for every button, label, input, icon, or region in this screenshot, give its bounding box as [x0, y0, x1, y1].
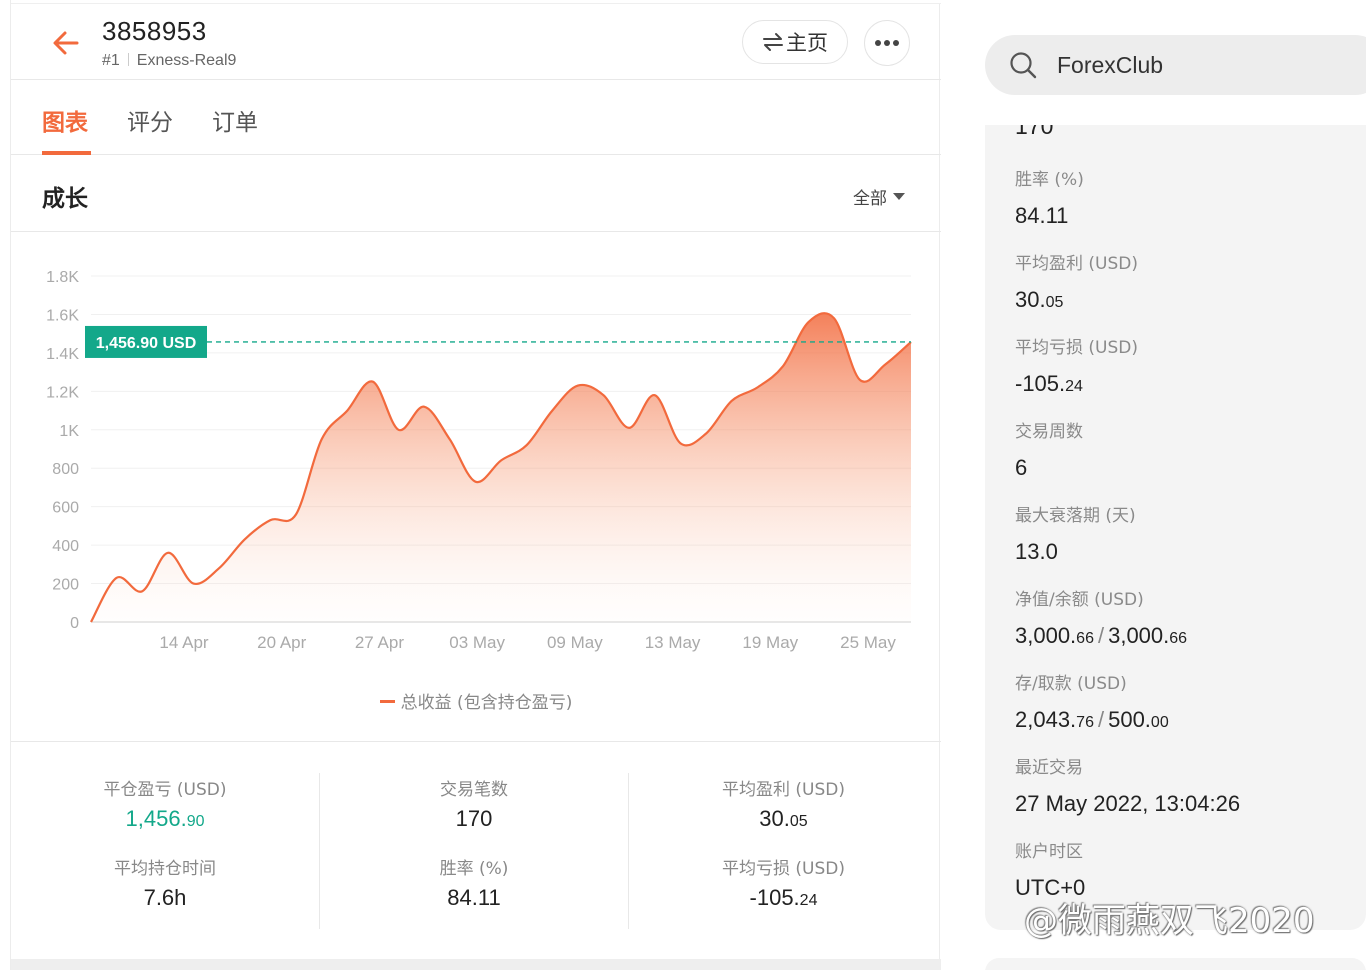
- growth-section-header: 成长 全部: [11, 155, 941, 232]
- info-value: 3,000.66/3,000.66: [1015, 623, 1188, 648]
- info-label: 平均盈利 (USD): [1015, 254, 1138, 274]
- home-button-label: 主页: [786, 31, 828, 55]
- account-info-card: 170 胜率 (%) 84.11 平均盈利 (USD) 30.05 平均亏损 (…: [985, 125, 1366, 930]
- chart-legend[interactable]: 总收益 (包含持仓盈亏): [11, 688, 941, 713]
- watermark-text: @微雨燕双飞2020: [1024, 901, 1315, 941]
- info-max-drawdown-period: 最大衰落期 (天) 13.0: [1015, 501, 1136, 565]
- info-win-rate: 胜率 (%) 84.11: [1015, 165, 1084, 229]
- y-tick-label: 600: [52, 500, 79, 517]
- more-options-button[interactable]: [864, 20, 910, 66]
- stat-trade-count: 170: [455, 806, 493, 831]
- search-bar[interactable]: ForexClub: [985, 35, 1366, 95]
- info-label: 净值/余额 (USD): [1015, 590, 1144, 610]
- account-detail-panel: 3858953 #1 Exness-Real9 主页 图表 评分 订单 成长 全部: [10, 0, 941, 970]
- back-arrow-icon[interactable]: [49, 26, 83, 60]
- account-rank: #1: [102, 52, 120, 69]
- info-label: 存/取款 (USD): [1015, 674, 1127, 694]
- info-label: 账户时区: [1015, 842, 1083, 862]
- growth-chart-svg: 1.8K 1.6K 1.4K 1.2K 1K 800 600 400 200 0 14 Apr 20 …: [46, 269, 912, 652]
- account-subtitle: #1 Exness-Real9: [102, 52, 236, 70]
- info-label: 最近交易: [1015, 758, 1083, 778]
- subtitle-separator: [127, 53, 129, 66]
- x-tick-label: 14 Apr: [159, 633, 208, 652]
- x-tick-label: 09 May: [547, 633, 603, 652]
- stat-closed-pnl: 1,456.90: [125, 806, 205, 831]
- y-tick-label: 800: [52, 461, 79, 478]
- trade-count-value-clipped: 170: [1015, 125, 1054, 139]
- info-value: 2,043.76/500.00: [1015, 707, 1169, 732]
- stat-label: 平均盈利 (USD): [722, 780, 845, 800]
- stat-avg-hold-time: 7.6h: [143, 885, 187, 910]
- growth-chart: 1.8K 1.6K 1.4K 1.2K 1K 800 600 400 200 0 14 Apr 20 …: [11, 232, 941, 742]
- x-tick-label: 19 May: [742, 633, 798, 652]
- stats-column-3: 平均盈利 (USD) 30.05 平均亏损 (USD) -105.24: [629, 773, 938, 929]
- info-account-timezone: 账户时区 UTC+0: [1015, 837, 1085, 901]
- y-tick-label: 1.6K: [46, 307, 79, 324]
- y-tick-label: 200: [52, 577, 79, 594]
- stat-label: 平仓盈亏 (USD): [103, 780, 227, 800]
- info-value: 13.0: [1015, 539, 1058, 564]
- info-avg-loss: 平均亏损 (USD) -105.24: [1015, 333, 1138, 397]
- info-equity-balance: 净值/余额 (USD) 3,000.66/3,000.66: [1015, 585, 1187, 649]
- y-tick-label: 1K: [59, 423, 79, 440]
- x-tick-label: 27 Apr: [355, 633, 404, 652]
- x-tick-label: 13 May: [645, 633, 701, 652]
- ellipsis-icon: [875, 40, 899, 46]
- info-trading-weeks: 交易周数 6: [1015, 417, 1083, 481]
- legend-swatch: [379, 700, 395, 703]
- search-input[interactable]: ForexClub: [1057, 52, 1163, 79]
- info-value: 84.11: [1015, 203, 1069, 228]
- section-title: 成长: [42, 186, 88, 212]
- y-tick-label: 1.2K: [46, 384, 79, 401]
- stat-label: 胜率 (%): [439, 859, 509, 879]
- stat-avg-profit: 30.05: [759, 806, 808, 831]
- search-icon: [1010, 52, 1037, 79]
- swap-icon: [763, 33, 783, 51]
- stat-label: 交易笔数: [440, 780, 508, 800]
- info-deposit-withdrawal: 存/取款 (USD) 2,043.76/500.00: [1015, 669, 1169, 733]
- stat-label: 平均持仓时间: [114, 859, 216, 879]
- stats-column-1: 平仓盈亏 (USD) 1,456.90 平均持仓时间 7.6h: [11, 773, 320, 929]
- info-last-trade: 最近交易 27 May 2022, 13:04:26: [1015, 753, 1240, 817]
- period-filter-label: 全部: [853, 189, 887, 209]
- stat-label: 平均亏损 (USD): [722, 859, 845, 879]
- y-tick-label: 1.4K: [46, 346, 79, 363]
- tab-rating[interactable]: 评分: [127, 103, 173, 137]
- home-button[interactable]: 主页: [742, 20, 848, 64]
- account-header: 3858953 #1 Exness-Real9 主页: [11, 4, 941, 80]
- info-value: 27 May 2022, 13:04:26: [1015, 791, 1241, 816]
- y-tick-label: 400: [52, 538, 79, 555]
- info-value: 6: [1015, 455, 1028, 480]
- period-filter-dropdown[interactable]: 全部: [853, 184, 905, 209]
- stats-column-2: 交易笔数 170 胜率 (%) 84.11: [320, 773, 629, 929]
- account-id: 3858953: [102, 16, 207, 46]
- tab-bar: 图表 评分 订单: [11, 80, 941, 155]
- y-tick-label: 1.8K: [46, 269, 79, 286]
- caret-down-icon: [893, 193, 905, 200]
- info-label: 最大衰落期 (天): [1015, 506, 1136, 526]
- info-label: 胜率 (%): [1015, 170, 1084, 190]
- stats-summary: 平仓盈亏 (USD) 1,456.90 平均持仓时间 7.6h 交易笔数 170…: [11, 743, 941, 959]
- info-avg-profit: 平均盈利 (USD) 30.05: [1015, 249, 1138, 313]
- legend-label: 总收益 (包含持仓盈亏): [400, 693, 573, 713]
- stat-win-rate: 84.11: [447, 885, 501, 910]
- info-label: 交易周数: [1015, 422, 1083, 442]
- account-server: Exness-Real9: [136, 52, 237, 69]
- x-tick-label: 03 May: [449, 633, 505, 652]
- stat-avg-loss: -105.24: [749, 885, 818, 910]
- info-value: -105.24: [1015, 371, 1083, 396]
- info-label: 平均亏损 (USD): [1015, 338, 1138, 358]
- tab-orders[interactable]: 订单: [212, 103, 258, 137]
- next-card-edge: [985, 958, 1366, 970]
- current-value-label: 1,456.90 USD: [96, 335, 197, 352]
- x-tick-label: 25 May: [840, 633, 896, 652]
- x-tick-label: 20 Apr: [257, 633, 306, 652]
- info-value: 30.05: [1015, 287, 1064, 312]
- bottom-divider: [11, 959, 941, 970]
- tab-chart[interactable]: 图表: [42, 103, 88, 137]
- y-tick-label: 0: [70, 615, 79, 632]
